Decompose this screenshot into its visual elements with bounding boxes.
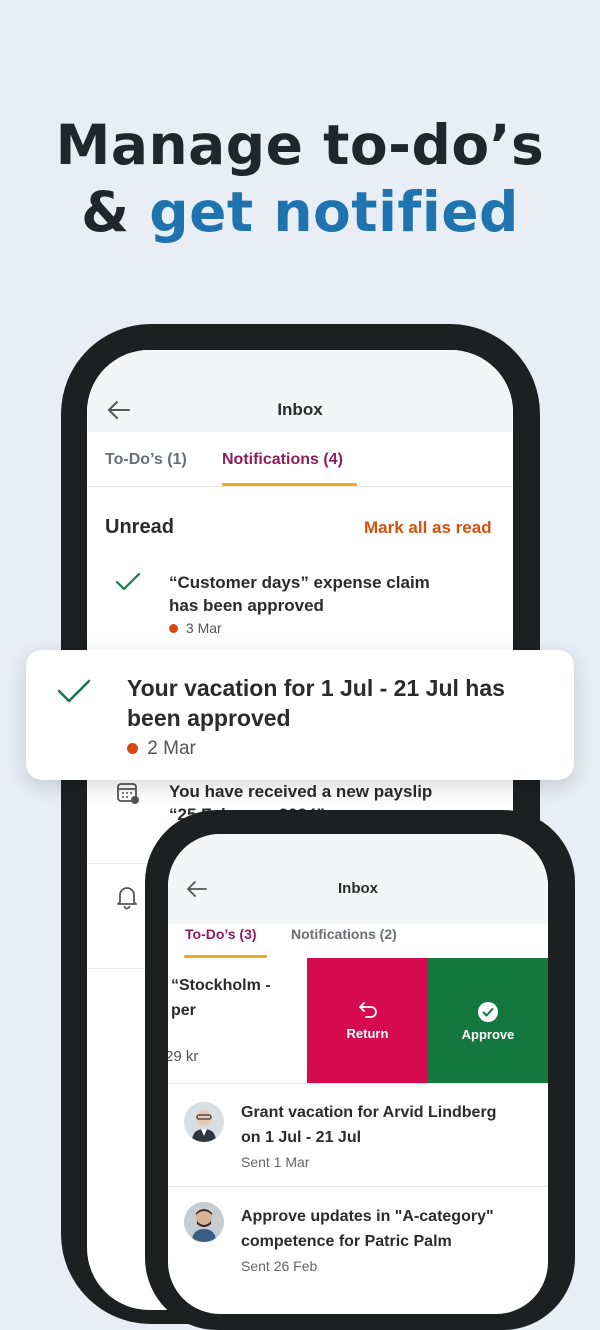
tab-divider [87, 486, 513, 487]
item-title-line: on 1 Jul - 21 Jul [241, 1129, 362, 1146]
headline-prefix: & [81, 180, 150, 244]
check-circle-icon [478, 1002, 498, 1022]
item-title-line: competence for Patric Palm [241, 1233, 452, 1250]
page-title: Inbox [277, 400, 323, 419]
item-title-line: Approve updates in "A-category" [241, 1208, 494, 1225]
notification-title-line: been approved [127, 705, 291, 731]
check-icon [57, 679, 91, 703]
item-title-line: “Stockholm - [171, 977, 271, 994]
notification-title-line: has been approved [169, 596, 324, 615]
notification-date: 2 Mar [147, 738, 196, 759]
highlighted-notification-title: Your vacation for 1 Jul - 21 Jul has bee… [127, 673, 505, 733]
back-arrow-icon[interactable] [186, 880, 208, 898]
item-title-line: per [171, 1002, 196, 1019]
notification-item-1-title[interactable]: “Customer days” expense claim has been a… [169, 571, 430, 617]
tab-todos[interactable]: To-Do’s (3) [185, 926, 257, 942]
todo-item-2-title[interactable]: Approve updates in "A-category" competen… [241, 1204, 494, 1254]
mark-all-read-link[interactable]: Mark all as read [364, 518, 492, 538]
approve-label: Approve [461, 1027, 515, 1042]
swiped-item-title: “Stockholm - per [171, 973, 271, 1023]
notification-title-line: “Customer days” expense claim [169, 573, 430, 592]
top-bar [168, 834, 548, 924]
unread-dot [169, 624, 178, 633]
notification-date: 3 Mar [185, 620, 222, 636]
approve-button[interactable]: Approve [428, 958, 548, 1083]
notification-title-line: You have received a new payslip [169, 782, 433, 801]
page-title: Inbox [338, 880, 378, 897]
headline-accent: get notified [149, 180, 519, 244]
return-arrow-icon [359, 1002, 377, 1018]
tab-todos[interactable]: To-Do’s (1) [105, 451, 187, 469]
list-divider [168, 1083, 548, 1084]
headline: Manage to-do’s & get notified [0, 112, 600, 246]
check-icon [115, 572, 141, 591]
notification-title-line: Your vacation for 1 Jul - 21 Jul has [127, 675, 505, 701]
headline-line-1: Manage to-do’s [55, 113, 545, 177]
payslip-calendar-icon [117, 783, 139, 804]
highlighted-notification-meta: 2 Mar [127, 738, 196, 760]
unread-dot [127, 743, 138, 754]
todo-item-1-meta: Sent 1 Mar [241, 1154, 310, 1170]
item-title-line: Grant vacation for Arvid Lindberg [241, 1104, 497, 1121]
return-label: Return [346, 1026, 389, 1041]
section-title: Unread [105, 516, 174, 538]
todo-item-1-title[interactable]: Grant vacation for Arvid Lindberg on 1 J… [241, 1100, 496, 1150]
todo-item-2-meta: Sent 26 Feb [241, 1258, 318, 1274]
back-arrow-icon[interactable] [107, 400, 131, 420]
bell-icon [117, 887, 137, 910]
tab-notifications[interactable]: Notifications (2) [291, 926, 397, 942]
headline-line-2: & get notified [0, 179, 600, 246]
swiped-list-item[interactable]: “Stockholm - per 29 kr [168, 958, 307, 1083]
notification-item-1-meta: 3 Mar [169, 620, 222, 636]
person-avatar-1 [184, 1102, 224, 1142]
person-avatar-2 [184, 1202, 224, 1242]
swiped-item-amount: 29 kr [168, 1048, 199, 1065]
tab-notifications[interactable]: Notifications (4) [222, 451, 343, 469]
return-button[interactable]: Return [307, 958, 428, 1083]
list-divider [168, 1186, 548, 1187]
